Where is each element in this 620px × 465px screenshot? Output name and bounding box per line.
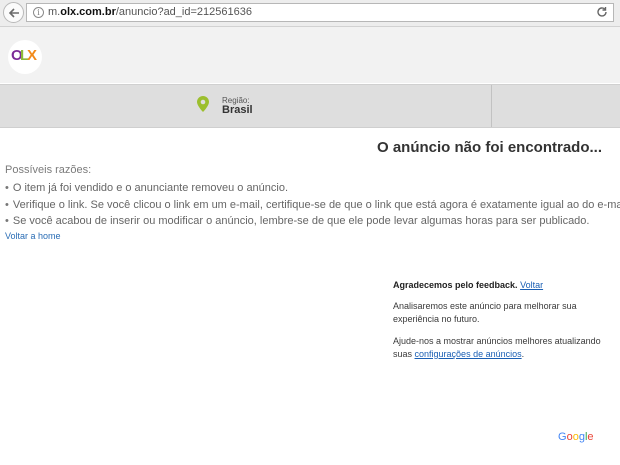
site-header: O L X xyxy=(0,27,620,83)
info-icon[interactable]: i xyxy=(33,7,44,18)
list-item: Verifique o link. Se você clicou o link … xyxy=(5,199,620,216)
address-bar[interactable]: i m.olx.com.br/anuncio?ad_id=212561636 xyxy=(26,3,614,22)
logo-letter-x: X xyxy=(27,47,38,64)
back-home-link[interactable]: Voltar a home xyxy=(5,231,61,241)
help-period: . xyxy=(521,348,525,359)
olx-logo[interactable]: O L X xyxy=(8,40,42,74)
region-selector[interactable]: Brasil xyxy=(222,104,253,116)
page-title: O anúncio não foi encontrado... xyxy=(376,139,602,156)
reasons-heading: Possíveis razões: xyxy=(5,164,92,176)
list-item: O item já foi vendido e o anunciante rem… xyxy=(5,182,620,199)
url-text: m.olx.com.br/anuncio?ad_id=212561636 xyxy=(48,6,252,18)
location-pin-icon xyxy=(197,96,209,112)
ad-feedback-panel: Agradecemos pelo feedback. Voltar Analis… xyxy=(393,280,605,360)
reasons-list: O item já foi vendido e o anunciante rem… xyxy=(5,182,620,232)
browser-toolbar: i m.olx.com.br/anuncio?ad_id=212561636 xyxy=(0,0,620,27)
undo-link[interactable]: Voltar xyxy=(520,280,543,290)
list-item: Se você acabou de inserir ou modificar o… xyxy=(5,215,620,232)
feedback-message: Analisaremos este anúncio para melhorar … xyxy=(393,301,577,324)
ad-settings-link[interactable]: configurações de anúncios xyxy=(415,349,522,359)
back-button[interactable] xyxy=(3,2,24,23)
arrow-left-icon xyxy=(8,8,19,18)
region-bar: Região: Brasil xyxy=(0,84,620,128)
google-letter: e xyxy=(587,431,594,443)
url-domain: olx.com.br xyxy=(60,6,116,18)
url-path: /anuncio?ad_id=212561636 xyxy=(115,6,252,18)
url-prefix: m. xyxy=(48,6,61,18)
divider xyxy=(491,85,492,127)
feedback-title: Agradecemos pelo feedback. Voltar xyxy=(393,280,605,290)
feedback-title-text: Agradecemos pelo feedback. xyxy=(393,280,518,290)
refresh-icon[interactable] xyxy=(596,6,608,18)
google-letter: G xyxy=(558,431,567,443)
google-logo: Google xyxy=(558,431,594,443)
feedback-help: Ajude-nos a mostrar anúncios melhores at… xyxy=(393,335,605,360)
